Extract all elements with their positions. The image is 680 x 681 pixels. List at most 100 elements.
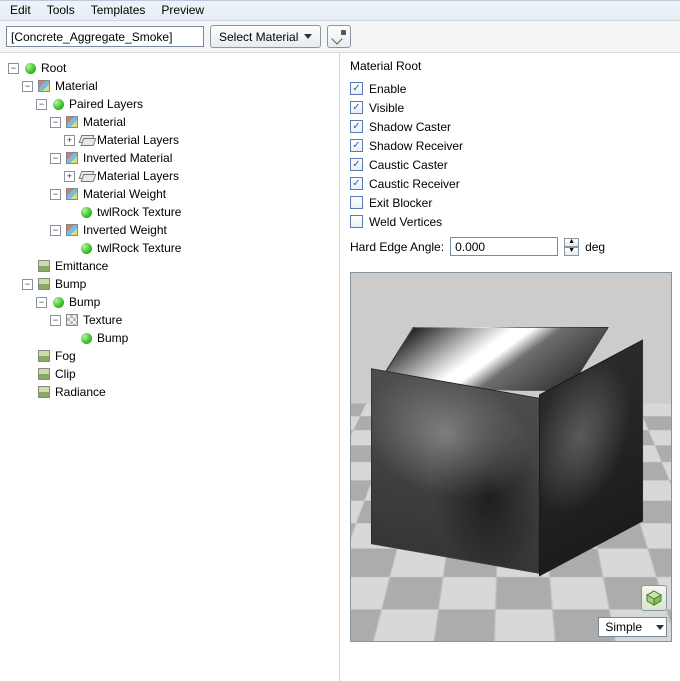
expander-icon[interactable]: − xyxy=(50,315,61,326)
tree-label: Root xyxy=(41,61,66,75)
eyedropper-icon xyxy=(332,30,346,44)
spin-up-icon[interactable]: ▲ xyxy=(564,238,579,247)
tree-paired-layers[interactable]: − Paired Layers xyxy=(36,95,335,113)
tree-inverted-weight[interactable]: − Inverted Weight xyxy=(50,221,335,239)
swatch-icon xyxy=(38,350,50,362)
tree-twlrock-1[interactable]: twlRock Texture xyxy=(64,203,335,221)
tree-emittance[interactable]: Emittance xyxy=(22,257,335,275)
sphere-icon xyxy=(25,63,36,74)
check-caustic-caster[interactable]: ✓ Caustic Caster xyxy=(350,155,672,174)
tree-label: Material Layers xyxy=(97,133,179,147)
hard-edge-input[interactable] xyxy=(450,237,558,256)
tree-label: Clip xyxy=(55,367,76,381)
checkbox-icon[interactable]: ✓ xyxy=(350,120,363,133)
check-label: Exit Blocker xyxy=(369,196,432,210)
sphere-icon xyxy=(53,99,64,110)
tree-label: Emittance xyxy=(55,259,108,273)
tree-root[interactable]: − Root xyxy=(8,59,335,77)
select-material-button[interactable]: Select Material xyxy=(210,25,321,48)
cube-icon xyxy=(646,590,662,606)
select-material-label: Select Material xyxy=(219,30,298,44)
tree-label: Fog xyxy=(55,349,76,363)
material-preview[interactable]: Simple xyxy=(350,272,672,642)
check-label: Caustic Caster xyxy=(369,158,448,172)
expander-icon[interactable]: + xyxy=(64,171,75,182)
tree-fog[interactable]: Fog xyxy=(22,347,335,365)
check-label: Visible xyxy=(369,101,404,115)
tree-label: Material Weight xyxy=(83,187,166,201)
spinner[interactable]: ▲ ▼ xyxy=(564,238,579,256)
hard-edge-unit: deg xyxy=(585,240,605,254)
expander-icon[interactable]: − xyxy=(36,99,47,110)
checkbox-icon[interactable]: ✓ xyxy=(350,82,363,95)
menu-edit[interactable]: Edit xyxy=(10,3,31,17)
check-label: Shadow Caster xyxy=(369,120,451,134)
expander-icon[interactable]: − xyxy=(36,297,47,308)
check-exit-blocker[interactable]: Exit Blocker xyxy=(350,193,672,212)
checkbox-icon[interactable]: ✓ xyxy=(350,139,363,152)
menu-templates[interactable]: Templates xyxy=(91,3,146,17)
nav-cube-button[interactable] xyxy=(641,585,667,611)
hard-edge-angle-row: Hard Edge Angle: ▲ ▼ deg xyxy=(350,237,672,256)
swatch-icon xyxy=(38,368,50,380)
checkbox-icon[interactable]: ✓ xyxy=(350,101,363,114)
checkbox-icon[interactable] xyxy=(350,215,363,228)
sphere-icon xyxy=(53,297,64,308)
expander-icon[interactable]: − xyxy=(50,189,61,200)
tree-texture[interactable]: − Texture xyxy=(50,311,335,329)
tree-twlrock-2[interactable]: twlRock Texture xyxy=(64,239,335,257)
tree-pane: − Root − Material xyxy=(0,53,340,681)
menu-tools[interactable]: Tools xyxy=(47,3,75,17)
check-weld-vertices[interactable]: Weld Vertices xyxy=(350,212,672,231)
tree-material-sub[interactable]: − Material xyxy=(50,113,335,131)
expander-icon[interactable]: − xyxy=(50,225,61,236)
hard-edge-label: Hard Edge Angle: xyxy=(350,240,444,254)
tree-bump-leaf[interactable]: Bump xyxy=(64,329,335,347)
panel-title: Material Root xyxy=(350,59,672,73)
check-visible[interactable]: ✓ Visible xyxy=(350,98,672,117)
layers-icon xyxy=(80,135,93,145)
checkbox-icon[interactable]: ✓ xyxy=(350,158,363,171)
layers-icon xyxy=(80,171,93,181)
tree-bump-node[interactable]: − Bump xyxy=(36,293,335,311)
material-name-input[interactable] xyxy=(6,26,204,47)
expander-icon[interactable]: − xyxy=(50,117,61,128)
check-label: Enable xyxy=(369,82,406,96)
tree-label: Bump xyxy=(97,331,128,345)
menu-preview[interactable]: Preview xyxy=(161,3,204,17)
render-mode-select[interactable]: Simple xyxy=(598,617,667,637)
check-caustic-receiver[interactable]: ✓ Caustic Receiver xyxy=(350,174,672,193)
tree-material[interactable]: − Material xyxy=(22,77,335,95)
sphere-icon xyxy=(81,207,92,218)
tree-material-layers[interactable]: + Material Layers xyxy=(64,131,335,149)
eyedropper-button[interactable] xyxy=(327,25,351,48)
tree-label: Bump xyxy=(55,277,86,291)
expander-icon[interactable]: − xyxy=(50,153,61,164)
expander-icon[interactable]: − xyxy=(8,63,19,74)
expander-icon[interactable]: − xyxy=(22,81,33,92)
checkbox-icon[interactable] xyxy=(350,196,363,209)
chevron-down-icon xyxy=(656,625,664,630)
tree-radiance[interactable]: Radiance xyxy=(22,383,335,401)
checkbox-icon[interactable]: ✓ xyxy=(350,177,363,190)
expander-icon[interactable]: − xyxy=(22,279,33,290)
check-label: Caustic Receiver xyxy=(369,177,460,191)
tree-clip[interactable]: Clip xyxy=(22,365,335,383)
tree-material-weight[interactable]: − Material Weight xyxy=(50,185,335,203)
tree-bump[interactable]: − Bump xyxy=(22,275,335,293)
tree-label: twlRock Texture xyxy=(97,241,181,255)
check-shadow-caster[interactable]: ✓ Shadow Caster xyxy=(350,117,672,136)
material-icon xyxy=(66,116,78,128)
tree-inverted-material[interactable]: − Inverted Material xyxy=(50,149,335,167)
tree-label: Bump xyxy=(69,295,100,309)
material-icon xyxy=(66,224,78,236)
chevron-down-icon xyxy=(304,34,312,39)
tree-label: Material xyxy=(83,115,126,129)
check-enable[interactable]: ✓ Enable xyxy=(350,79,672,98)
expander-icon[interactable]: + xyxy=(64,135,75,146)
check-shadow-receiver[interactable]: ✓ Shadow Receiver xyxy=(350,136,672,155)
tree-label: twlRock Texture xyxy=(97,205,181,219)
spin-down-icon[interactable]: ▼ xyxy=(564,247,579,256)
check-label: Weld Vertices xyxy=(369,215,442,229)
tree-material-layers-2[interactable]: + Material Layers xyxy=(64,167,335,185)
